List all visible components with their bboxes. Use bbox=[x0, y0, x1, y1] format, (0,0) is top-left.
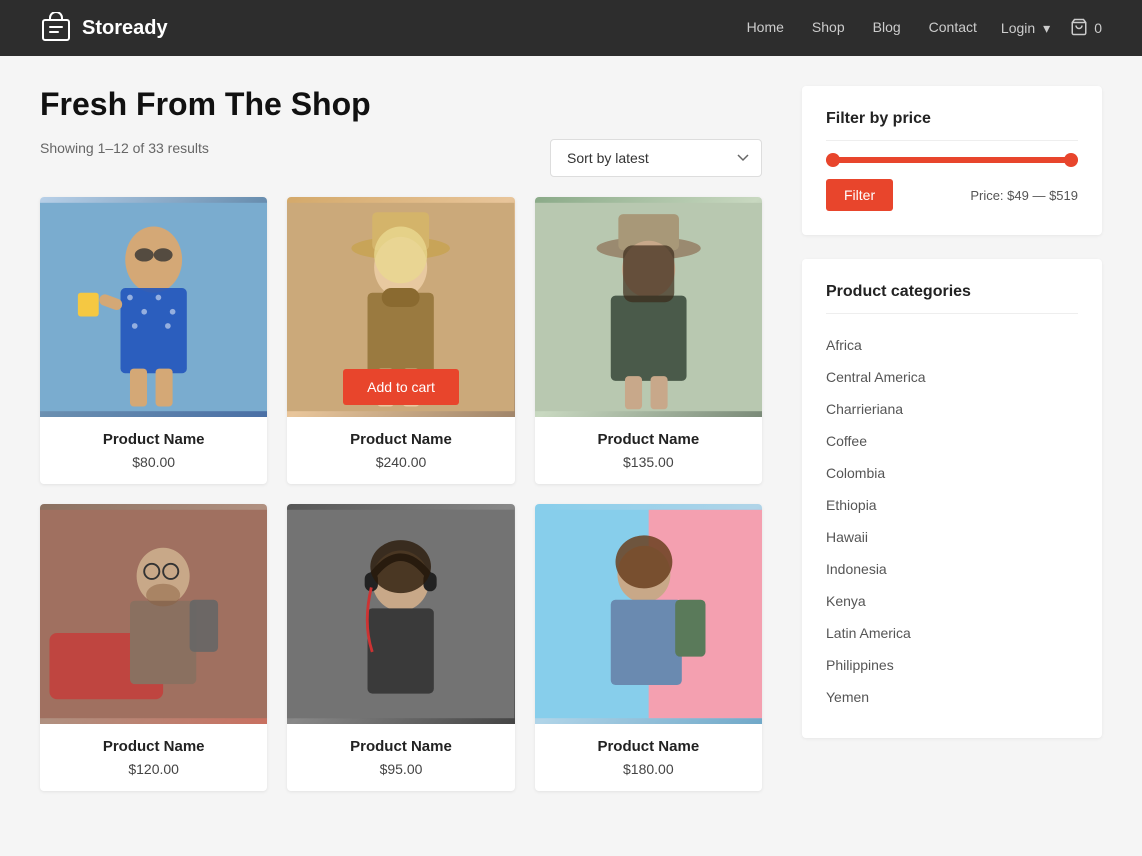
category-indonesia[interactable]: Indonesia bbox=[826, 561, 887, 577]
product-image-3: Add to cart bbox=[535, 197, 762, 417]
results-count: Showing 1–12 of 33 results bbox=[40, 140, 209, 156]
product-image-1: Add to cart bbox=[40, 197, 267, 417]
product-image-4: Add to cart bbox=[40, 504, 267, 724]
list-item: Central America bbox=[826, 362, 1078, 394]
category-coffee[interactable]: Coffee bbox=[826, 433, 867, 449]
filter-button[interactable]: Filter bbox=[826, 179, 893, 211]
filter-section: Filter by price Filter Price: $49 — $519 bbox=[802, 86, 1102, 235]
add-to-cart-overlay-2: Add to cart bbox=[287, 357, 514, 417]
list-item: Kenya bbox=[826, 586, 1078, 618]
logo-icon bbox=[40, 12, 72, 44]
product-card-3: Add to cart Product Name $135.00 bbox=[535, 197, 762, 484]
category-yemen[interactable]: Yemen bbox=[826, 689, 869, 705]
product-price-4: $120.00 bbox=[56, 761, 251, 777]
add-to-cart-button-3[interactable]: Add to cart bbox=[590, 369, 706, 405]
site-logo[interactable]: Stoready bbox=[40, 12, 168, 44]
product-price-6: $180.00 bbox=[551, 761, 746, 777]
product-info-4: Product Name $120.00 bbox=[40, 724, 267, 791]
product-price-5: $95.00 bbox=[303, 761, 498, 777]
product-name-1: Product Name bbox=[56, 431, 251, 448]
page-wrapper: Fresh From The Shop Showing 1–12 of 33 r… bbox=[0, 56, 1142, 821]
list-item: Charrieriana bbox=[826, 394, 1078, 426]
list-item: Latin America bbox=[826, 618, 1078, 650]
product-image-5: Add to cart bbox=[287, 504, 514, 724]
filter-title: Filter by price bbox=[826, 110, 1078, 141]
nav-shop[interactable]: Shop bbox=[812, 19, 845, 35]
category-latin-america[interactable]: Latin America bbox=[826, 625, 911, 641]
list-item: Indonesia bbox=[826, 554, 1078, 586]
cart-count: 0 bbox=[1094, 20, 1102, 36]
product-image-6: Add to cart bbox=[535, 504, 762, 724]
list-item: Philippines bbox=[826, 650, 1078, 682]
logo-text: Stoready bbox=[82, 17, 168, 40]
product-card-4: Add to cart Product Name $120.00 bbox=[40, 504, 267, 791]
sidebar: Filter by price Filter Price: $49 — $519… bbox=[802, 86, 1102, 791]
add-to-cart-button-2[interactable]: Add to cart bbox=[343, 369, 459, 405]
product-grid: Add to cart Product Name $80.00 bbox=[40, 197, 762, 791]
add-to-cart-button-1[interactable]: Add to cart bbox=[96, 369, 212, 405]
list-item: Ethiopia bbox=[826, 490, 1078, 522]
list-item: Hawaii bbox=[826, 522, 1078, 554]
product-info-5: Product Name $95.00 bbox=[287, 724, 514, 791]
chevron-down-icon: ▾ bbox=[1043, 20, 1050, 37]
product-name-3: Product Name bbox=[551, 431, 746, 448]
category-philippines[interactable]: Philippines bbox=[826, 657, 894, 673]
sort-select[interactable]: Sort by latest Sort by popularity Sort b… bbox=[550, 139, 762, 177]
cart-button[interactable]: 0 bbox=[1070, 18, 1102, 39]
nav-blog[interactable]: Blog bbox=[873, 19, 901, 35]
filter-row: Filter Price: $49 — $519 bbox=[826, 179, 1078, 211]
product-info-6: Product Name $180.00 bbox=[535, 724, 762, 791]
product-name-2: Product Name bbox=[303, 431, 498, 448]
product-price-3: $135.00 bbox=[551, 454, 746, 470]
login-button[interactable]: Login ▾ bbox=[1001, 20, 1050, 37]
list-item: Africa bbox=[826, 330, 1078, 362]
product-price-1: $80.00 bbox=[56, 454, 251, 470]
add-to-cart-button-4[interactable]: Add to cart bbox=[96, 676, 212, 712]
category-list: Africa Central America Charrieriana Coff… bbox=[826, 330, 1078, 714]
price-range-bar bbox=[826, 157, 1078, 163]
add-to-cart-button-6[interactable]: Add to cart bbox=[590, 676, 706, 712]
cart-icon bbox=[1070, 18, 1088, 39]
product-name-6: Product Name bbox=[551, 738, 746, 755]
categories-section: Product categories Africa Central Americ… bbox=[802, 259, 1102, 738]
price-display: Price: $49 — $519 bbox=[970, 188, 1078, 203]
product-info-2: Product Name $240.00 bbox=[287, 417, 514, 484]
list-item: Coffee bbox=[826, 426, 1078, 458]
category-africa[interactable]: Africa bbox=[826, 337, 862, 353]
product-card-5: Add to cart Product Name $95.00 bbox=[287, 504, 514, 791]
categories-title: Product categories bbox=[826, 283, 1078, 314]
list-item: Colombia bbox=[826, 458, 1078, 490]
nav-contact[interactable]: Contact bbox=[929, 19, 977, 35]
category-kenya[interactable]: Kenya bbox=[826, 593, 866, 609]
list-item: Yemen bbox=[826, 682, 1078, 714]
main-content: Fresh From The Shop Showing 1–12 of 33 r… bbox=[40, 86, 762, 791]
product-info-1: Product Name $80.00 bbox=[40, 417, 267, 484]
product-card-6: Add to cart Product Name $180.00 bbox=[535, 504, 762, 791]
page-title: Fresh From The Shop bbox=[40, 86, 762, 123]
nav-home[interactable]: Home bbox=[747, 19, 784, 35]
product-price-2: $240.00 bbox=[303, 454, 498, 470]
category-charrieriana[interactable]: Charrieriana bbox=[826, 401, 903, 417]
product-card-2: Add to cart Product Name $240.00 bbox=[287, 197, 514, 484]
category-colombia[interactable]: Colombia bbox=[826, 465, 885, 481]
product-image-2: Add to cart bbox=[287, 197, 514, 417]
category-central-america[interactable]: Central America bbox=[826, 369, 926, 385]
product-card: Add to cart Product Name $80.00 bbox=[40, 197, 267, 484]
product-info-3: Product Name $135.00 bbox=[535, 417, 762, 484]
category-ethiopia[interactable]: Ethiopia bbox=[826, 497, 877, 513]
category-hawaii[interactable]: Hawaii bbox=[826, 529, 868, 545]
product-name-5: Product Name bbox=[303, 738, 498, 755]
add-to-cart-button-5[interactable]: Add to cart bbox=[343, 676, 459, 712]
nav-links: Home Shop Blog Contact bbox=[747, 19, 977, 37]
navbar: Stoready Home Shop Blog Contact Login ▾ … bbox=[0, 0, 1142, 56]
product-name-4: Product Name bbox=[56, 738, 251, 755]
